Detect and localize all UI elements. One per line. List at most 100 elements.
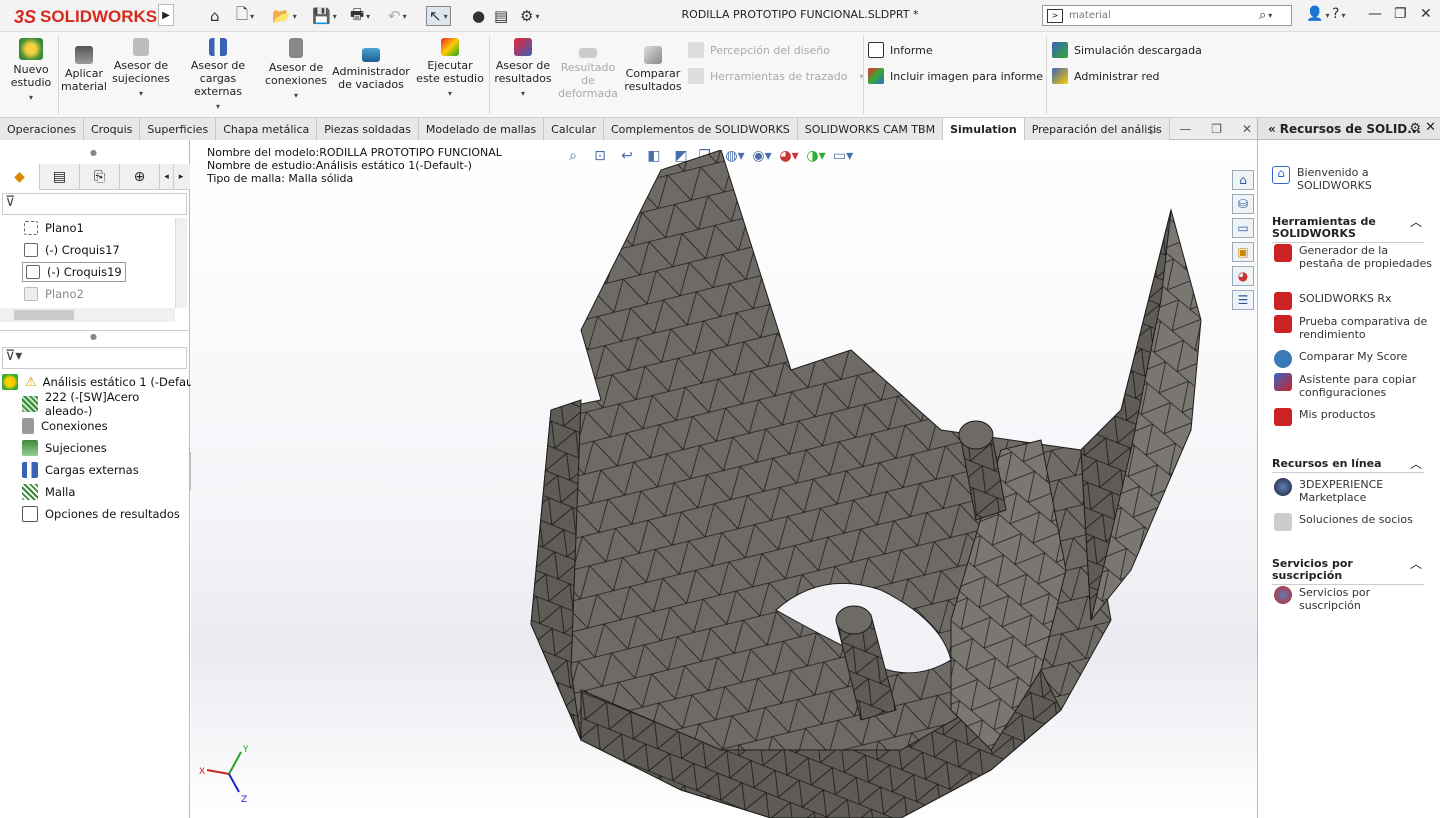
file-properties-icon[interactable]: ▤ <box>494 6 508 26</box>
tab-modelado-mallas[interactable]: Modelado de mallas <box>418 118 545 140</box>
tp-item-swrx[interactable]: SOLIDWORKS Rx <box>1274 292 1434 310</box>
sim-item-sujeciones[interactable]: Sujeciones <box>22 438 107 458</box>
tab-chapa-metalica[interactable]: Chapa metálica <box>216 118 318 140</box>
section-recursos-header[interactable]: Recursos en línea ︿ <box>1272 458 1424 473</box>
sim-item-opciones[interactable]: Opciones de resultados <box>22 504 180 524</box>
apply-material-button[interactable]: Aplicar material <box>60 46 108 93</box>
sim-item-malla[interactable]: Malla <box>22 482 75 502</box>
tp-item-socios[interactable]: Soluciones de socios <box>1274 513 1434 531</box>
tree-item-plano2[interactable]: Plano2 <box>24 284 84 304</box>
collapse-chevron-icon[interactable]: ︿ <box>1410 458 1422 470</box>
tp-item-prueba[interactable]: Prueba comparativa de rendimiento <box>1274 315 1434 341</box>
design-library-tab-icon[interactable]: ⛁ <box>1232 194 1254 214</box>
sim-item-part[interactable]: 222 (-[SW]Acero aleado-) <box>22 390 189 418</box>
search-icon[interactable]: ⌕ <box>1259 8 1266 23</box>
tab-preparacion-analisis[interactable]: Preparación del análisis <box>1024 118 1170 140</box>
section-herramientas-header[interactable]: Herramientas de SOLIDWORKS ︿ <box>1272 216 1424 243</box>
close-doc-icon[interactable]: ✕ <box>1242 122 1252 136</box>
minimize-doc-icon[interactable]: — <box>1179 122 1191 136</box>
design-insight-button[interactable]: Percepción del diseño <box>688 42 830 58</box>
graphics-area[interactable]: Nombre del modelo:RODILLA PROTOTIPO FUNC… <box>191 140 1257 818</box>
tab-superficies[interactable]: Superficies <box>140 118 217 140</box>
splitter-handle[interactable]: ● <box>90 148 97 157</box>
view-palette-tab-icon[interactable]: ▣ <box>1232 242 1254 262</box>
sw-resources-tab-icon[interactable]: ⌂ <box>1232 170 1254 190</box>
dimxpert-tab-icon[interactable]: ⊕ <box>120 164 160 190</box>
simulation-tree-filter-icon[interactable]: ⊽▾ <box>2 347 187 369</box>
tab-operaciones[interactable]: Operaciones <box>0 118 84 140</box>
manage-network-button[interactable]: Administrar red <box>1052 68 1159 84</box>
custom-properties-tab-icon[interactable]: ☰ <box>1232 290 1254 310</box>
appearances-tab-icon[interactable]: ◕ <box>1232 266 1254 286</box>
tab-complementos[interactable]: Complementos de SOLIDWORKS <box>604 118 798 140</box>
print-icon[interactable]: 🖶 ▾ <box>350 5 370 26</box>
results-advisor-button[interactable]: Asesor de resultados ▾ <box>492 38 554 100</box>
tab-piezas-soldadas[interactable]: Piezas soldadas <box>317 118 419 140</box>
select-icon[interactable]: ↖ ▾ <box>426 6 451 26</box>
traffic-light-icon[interactable]: ● <box>472 6 485 26</box>
tp-item-servicios[interactable]: Servicios por suscripción <box>1274 586 1434 612</box>
feature-tree-hscrollbar[interactable] <box>0 308 175 322</box>
tab-croquis[interactable]: Croquis <box>83 118 141 140</box>
tab-simulation[interactable]: Simulation <box>943 118 1025 140</box>
run-study-button[interactable]: Ejecutar este estudio ▾ <box>414 38 486 100</box>
compare-results-button[interactable]: Comparar resultados <box>624 46 682 93</box>
welcome-link[interactable]: ⌂ Bienvenido a SOLIDWORKS <box>1272 166 1432 192</box>
fixtures-advisor-button[interactable]: Asesor de sujeciones ▾ <box>112 38 170 100</box>
sim-item-cargas[interactable]: Cargas externas <box>22 460 139 480</box>
tab-scroll-left-icon[interactable]: ◂ <box>160 164 174 190</box>
external-loads-advisor-button[interactable]: Asesor de cargas externas ▾ <box>176 38 260 113</box>
new-doc-icon[interactable]: 🗋 ▾ <box>236 5 254 26</box>
minimize-button[interactable]: — <box>1368 6 1382 22</box>
tp-item-generador[interactable]: Generador de la pestaña de propiedades <box>1274 244 1434 270</box>
search-input[interactable] <box>1069 10 1259 21</box>
options-gear-icon[interactable]: ⚙ ▾ <box>520 6 539 26</box>
tree-item-croquis19[interactable]: (-) Croquis19 <box>22 262 126 282</box>
collapse-chevron-icon[interactable]: ︿ <box>1410 216 1422 228</box>
report-button[interactable]: Informe <box>868 42 933 58</box>
restore-doc-icon[interactable]: ❐ <box>1211 122 1222 136</box>
include-image-button[interactable]: Incluir imagen para informe <box>868 68 1043 84</box>
close-button[interactable]: ✕ <box>1420 6 1432 22</box>
task-pane-options-gear-icon[interactable]: ⚙ <box>1409 121 1421 136</box>
tree-item-croquis17[interactable]: (-) Croquis17 <box>24 240 120 260</box>
offloaded-simulation-button[interactable]: Simulación descargada <box>1052 42 1202 58</box>
section-servicios-header[interactable]: Servicios por suscripción ︿ <box>1272 558 1424 585</box>
configurationmanager-tab-icon[interactable]: ⎘ <box>80 164 120 190</box>
solidworks-logo[interactable]: 3S SOLIDWORKS <box>14 6 157 28</box>
plot-tools-button[interactable]: Herramientas de trazado ▾ <box>688 68 864 84</box>
user-icon[interactable]: 👤 ▾ <box>1306 6 1329 22</box>
tp-item-marketplace[interactable]: 3DEXPERIENCE Marketplace <box>1274 478 1434 504</box>
tp-item-asistente[interactable]: Asistente para copiar configuraciones <box>1274 373 1434 399</box>
collapse-chevron-icon[interactable]: ︿ <box>1410 558 1422 570</box>
menu-expand-arrow-icon[interactable]: ▶ <box>158 4 174 26</box>
save-icon[interactable]: 💾 ▾ <box>312 6 337 26</box>
tab-scroll-right-icon[interactable]: ▸ <box>174 164 188 190</box>
feature-tree-filter-icon[interactable]: ⊽ <box>2 193 187 215</box>
restore-button[interactable]: ❐ <box>1394 6 1407 22</box>
shell-manager-button[interactable]: Administrador de vaciados <box>332 48 410 91</box>
tp-item-myscore[interactable]: Comparar My Score <box>1274 350 1434 368</box>
open-icon[interactable]: 📂 ▾ <box>272 6 297 26</box>
home-icon[interactable]: ⌂ <box>210 6 220 26</box>
connections-advisor-button[interactable]: Asesor de conexiones ▾ <box>264 38 328 102</box>
tree-item-plano1[interactable]: Plano1 <box>24 218 84 238</box>
search-commands-box[interactable]: > ⌕▾ <box>1042 5 1292 26</box>
deformed-result-button[interactable]: Resultado de deformada <box>558 48 618 100</box>
help-icon[interactable]: ? ▾ <box>1332 6 1345 22</box>
propertymanager-tab-icon[interactable]: ▤ <box>40 164 80 190</box>
tab-cam-tbm[interactable]: SOLIDWORKS CAM TBM <box>797 118 944 140</box>
study-node[interactable]: ⚠ Análisis estático 1 (-Default-) <box>2 372 210 392</box>
task-pane-close-icon[interactable]: ✕ <box>1425 120 1436 135</box>
tab-calcular[interactable]: Calcular <box>544 118 604 140</box>
undo-icon[interactable]: ↶ ▾ <box>388 6 407 26</box>
sim-item-conexiones[interactable]: Conexiones <box>22 416 108 436</box>
file-explorer-tab-icon[interactable]: ▭ <box>1232 218 1254 238</box>
tile-icon[interactable]: ▷ <box>1150 122 1159 136</box>
featuremanager-tab-icon[interactable]: ◆ <box>0 164 40 190</box>
splitter-handle-2[interactable]: ● <box>90 332 97 341</box>
meshed-part-model[interactable] <box>521 150 1211 818</box>
collapse-pane-icon[interactable]: « <box>1268 122 1276 136</box>
tp-item-productos[interactable]: Mis productos <box>1274 408 1434 426</box>
feature-tree-vscrollbar[interactable] <box>175 218 187 308</box>
